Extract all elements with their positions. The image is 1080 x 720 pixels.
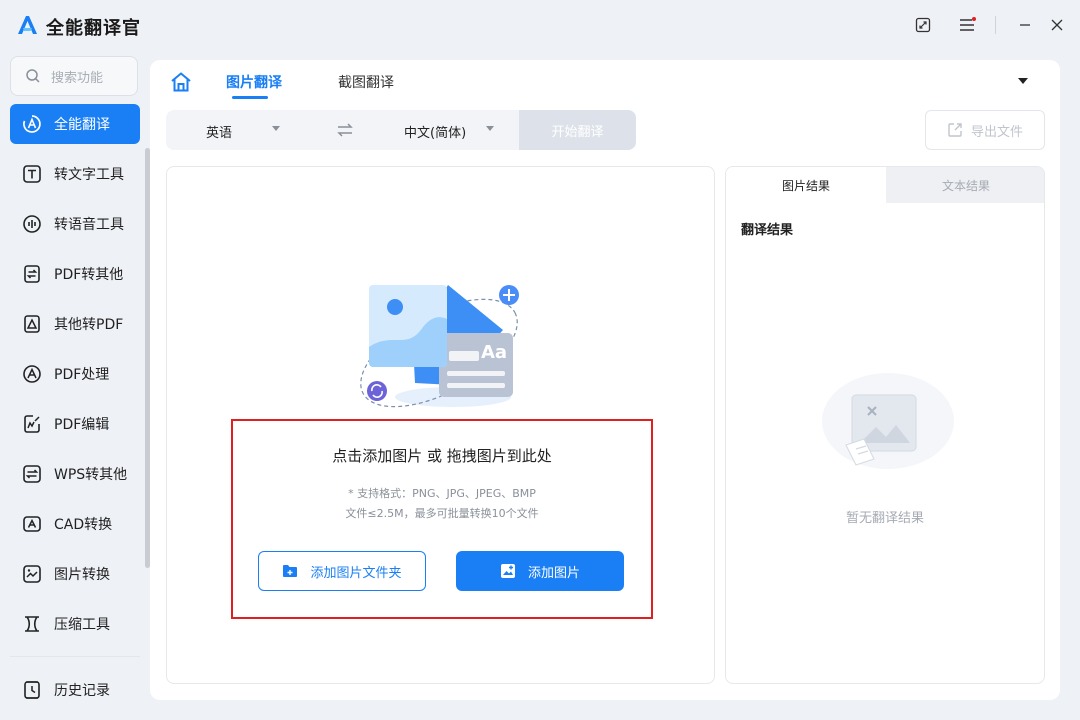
- sidebar-item-label: 全能翻译: [54, 117, 110, 133]
- sidebar-item-pdf-to-other[interactable]: PDF转其他: [10, 254, 140, 294]
- export-label: 导出文件: [970, 124, 1023, 140]
- sidebar-item-label: 转文字工具: [54, 167, 124, 183]
- swap-language-icon[interactable]: [336, 122, 354, 138]
- sidebar-item-label: 图片转换: [54, 567, 110, 583]
- sidebar-item-label: 历史记录: [54, 683, 110, 699]
- start-translate-button[interactable]: 开始翻译: [519, 110, 636, 150]
- drop-zone[interactable]: 点击添加图片 或 拖拽图片到此处 * 支持格式：PNG、JPG、JPEG、BMP…: [231, 419, 653, 619]
- sidebar-item-label: PDF处理: [54, 367, 110, 383]
- image-icon: [23, 565, 41, 583]
- format-hint: * 支持格式：PNG、JPG、JPEG、BMP: [348, 487, 536, 500]
- sidebar-item-label: PDF编辑: [54, 417, 110, 433]
- target-language-select[interactable]: 中文(简体): [404, 122, 466, 141]
- export-file-button[interactable]: 导出文件: [925, 110, 1045, 150]
- upload-illustration-icon: Aa: [360, 285, 519, 408]
- empty-result-text: 暂无翻译结果: [845, 511, 924, 526]
- sidebar-item-pdf-process[interactable]: PDF处理: [10, 354, 140, 394]
- add-image-label: 添加图片: [527, 565, 580, 581]
- shrink-icon: [915, 17, 931, 33]
- result-panel: 图片结果 文本结果 翻译结果 暂无翻译结果: [725, 166, 1045, 684]
- add-folder-label: 添加图片文件夹: [310, 565, 402, 581]
- history-icon: [24, 681, 40, 699]
- add-image-folder-button[interactable]: 添加图片文件夹: [258, 551, 426, 591]
- minimize-button[interactable]: [1014, 14, 1036, 36]
- app-logo-icon: [18, 16, 37, 34]
- caret-down-icon[interactable]: [486, 126, 494, 132]
- tab-text-result[interactable]: 文本结果: [886, 167, 1044, 203]
- sidebar-item-cad-convert[interactable]: CAD转换: [10, 504, 140, 544]
- title-bar: 全能翻译官: [0, 0, 1080, 52]
- result-heading: 翻译结果: [741, 223, 794, 238]
- sidebar-item-other-to-pdf[interactable]: 其他转PDF: [10, 304, 140, 344]
- pdf-convert-icon: [24, 265, 40, 283]
- export-icon: [948, 123, 962, 137]
- sidebar-item-compress[interactable]: 压缩工具: [10, 604, 140, 644]
- sidebar-item-image-convert[interactable]: 图片转换: [10, 554, 140, 594]
- sidebar-item-text-tool[interactable]: 转文字工具: [10, 154, 140, 194]
- close-icon: [1051, 19, 1063, 31]
- sidebar-item-voice-tool[interactable]: 转语音工具: [10, 204, 140, 244]
- screenshot-button[interactable]: [912, 14, 934, 36]
- add-image-button[interactable]: 添加图片: [456, 551, 624, 591]
- svg-text:Aa: Aa: [481, 342, 507, 363]
- sidebar-item-label: CAD转换: [54, 517, 113, 533]
- sidebar-item-label: 其他转PDF: [54, 317, 124, 333]
- search-icon: [26, 69, 40, 83]
- sidebar-item-translate[interactable]: 全能翻译: [10, 104, 140, 144]
- search-placeholder: 搜索功能: [51, 70, 104, 86]
- translate-icon: [23, 115, 41, 133]
- sidebar-item-label: WPS转其他: [54, 467, 128, 483]
- sidebar: 搜索功能 全能翻译 转文字工具 转语音工具 PDF转其他 其他转PDF PDF处…: [0, 52, 150, 720]
- main-panel: 图片翻译 截图翻译 英语 中文(简体) 开始翻译 导出文件 Aa 点击添加图片 …: [150, 60, 1060, 700]
- cad-icon: [23, 516, 41, 532]
- minimize-icon: [1020, 24, 1030, 26]
- app-title: 全能翻译官: [46, 18, 141, 39]
- source-language-select[interactable]: 英语: [206, 122, 232, 141]
- empty-result-icon: [822, 373, 954, 469]
- to-pdf-icon: [24, 315, 40, 333]
- language-bar: 英语 中文(简体) 开始翻译: [166, 110, 636, 150]
- image-add-icon: [500, 564, 515, 578]
- sidebar-item-history[interactable]: 历史记录: [10, 670, 140, 710]
- tab-screenshot-translate[interactable]: 截图翻译: [338, 72, 394, 92]
- menu-button[interactable]: [956, 14, 978, 36]
- title-separator: [995, 16, 996, 34]
- tab-image-translate[interactable]: 图片翻译: [226, 72, 282, 92]
- folder-add-icon: [283, 565, 298, 577]
- sidebar-item-wps-to-other[interactable]: WPS转其他: [10, 454, 140, 494]
- drop-zone-title: 点击添加图片 或 拖拽图片到此处: [332, 447, 552, 465]
- text-icon: [23, 165, 41, 183]
- menu-icon: [960, 17, 976, 31]
- sidebar-nav: 全能翻译 转文字工具 转语音工具 PDF转其他 其他转PDF PDF处理 PDF…: [10, 104, 140, 654]
- home-icon[interactable]: [169, 70, 193, 94]
- pdf-process-icon: [23, 365, 41, 383]
- sidebar-item-label: PDF转其他: [54, 267, 124, 283]
- sidebar-separator: [10, 656, 140, 657]
- limit-hint: 文件≤2.5M，最多可批量转换10个文件: [345, 507, 539, 520]
- tab-active-indicator: [232, 96, 268, 99]
- caret-down-icon[interactable]: [272, 126, 280, 132]
- chevron-down-icon[interactable]: [1016, 74, 1030, 88]
- sidebar-history: 历史记录: [10, 670, 140, 720]
- upload-panel: Aa 点击添加图片 或 拖拽图片到此处 * 支持格式：PNG、JPG、JPEG、…: [166, 166, 715, 684]
- search-input[interactable]: 搜索功能: [10, 56, 138, 96]
- voice-icon: [23, 215, 41, 233]
- close-button[interactable]: [1046, 14, 1068, 36]
- compress-icon: [25, 616, 39, 632]
- sidebar-item-label: 转语音工具: [54, 217, 124, 233]
- tab-image-result[interactable]: 图片结果: [726, 167, 886, 203]
- pdf-edit-icon: [24, 415, 40, 433]
- sidebar-item-pdf-edit[interactable]: PDF编辑: [10, 404, 140, 444]
- wps-icon: [23, 465, 41, 483]
- sidebar-item-label: 压缩工具: [54, 617, 110, 633]
